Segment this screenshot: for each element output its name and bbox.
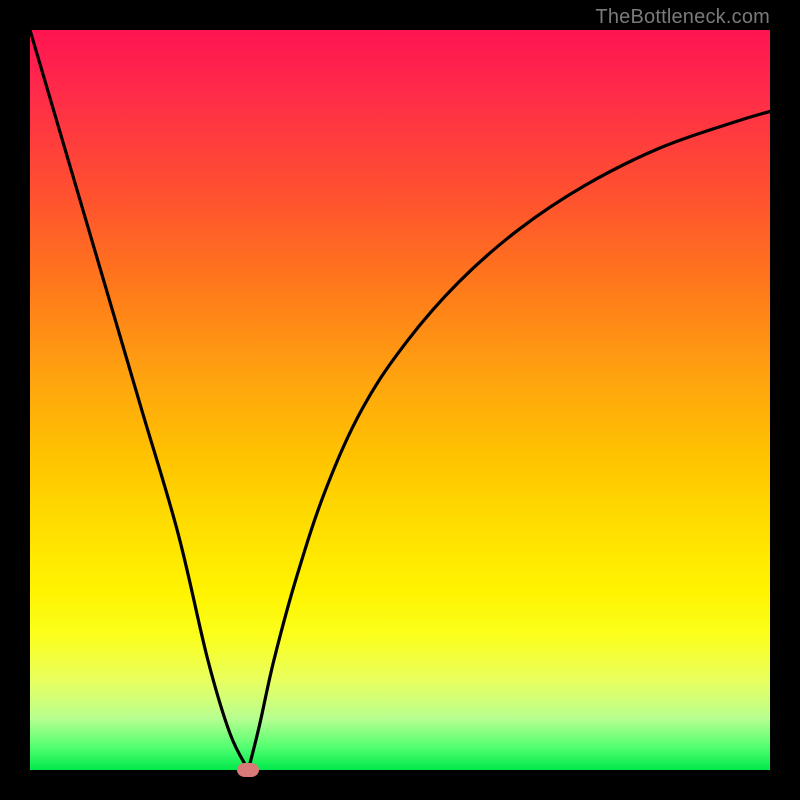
attribution-text: TheBottleneck.com (595, 6, 770, 29)
chart-container: TheBottleneck.com (0, 0, 800, 800)
plot-area (30, 30, 770, 770)
curve-svg (30, 30, 770, 770)
minimum-marker (237, 763, 259, 777)
curve-right (248, 111, 770, 770)
curve-left (30, 30, 248, 770)
